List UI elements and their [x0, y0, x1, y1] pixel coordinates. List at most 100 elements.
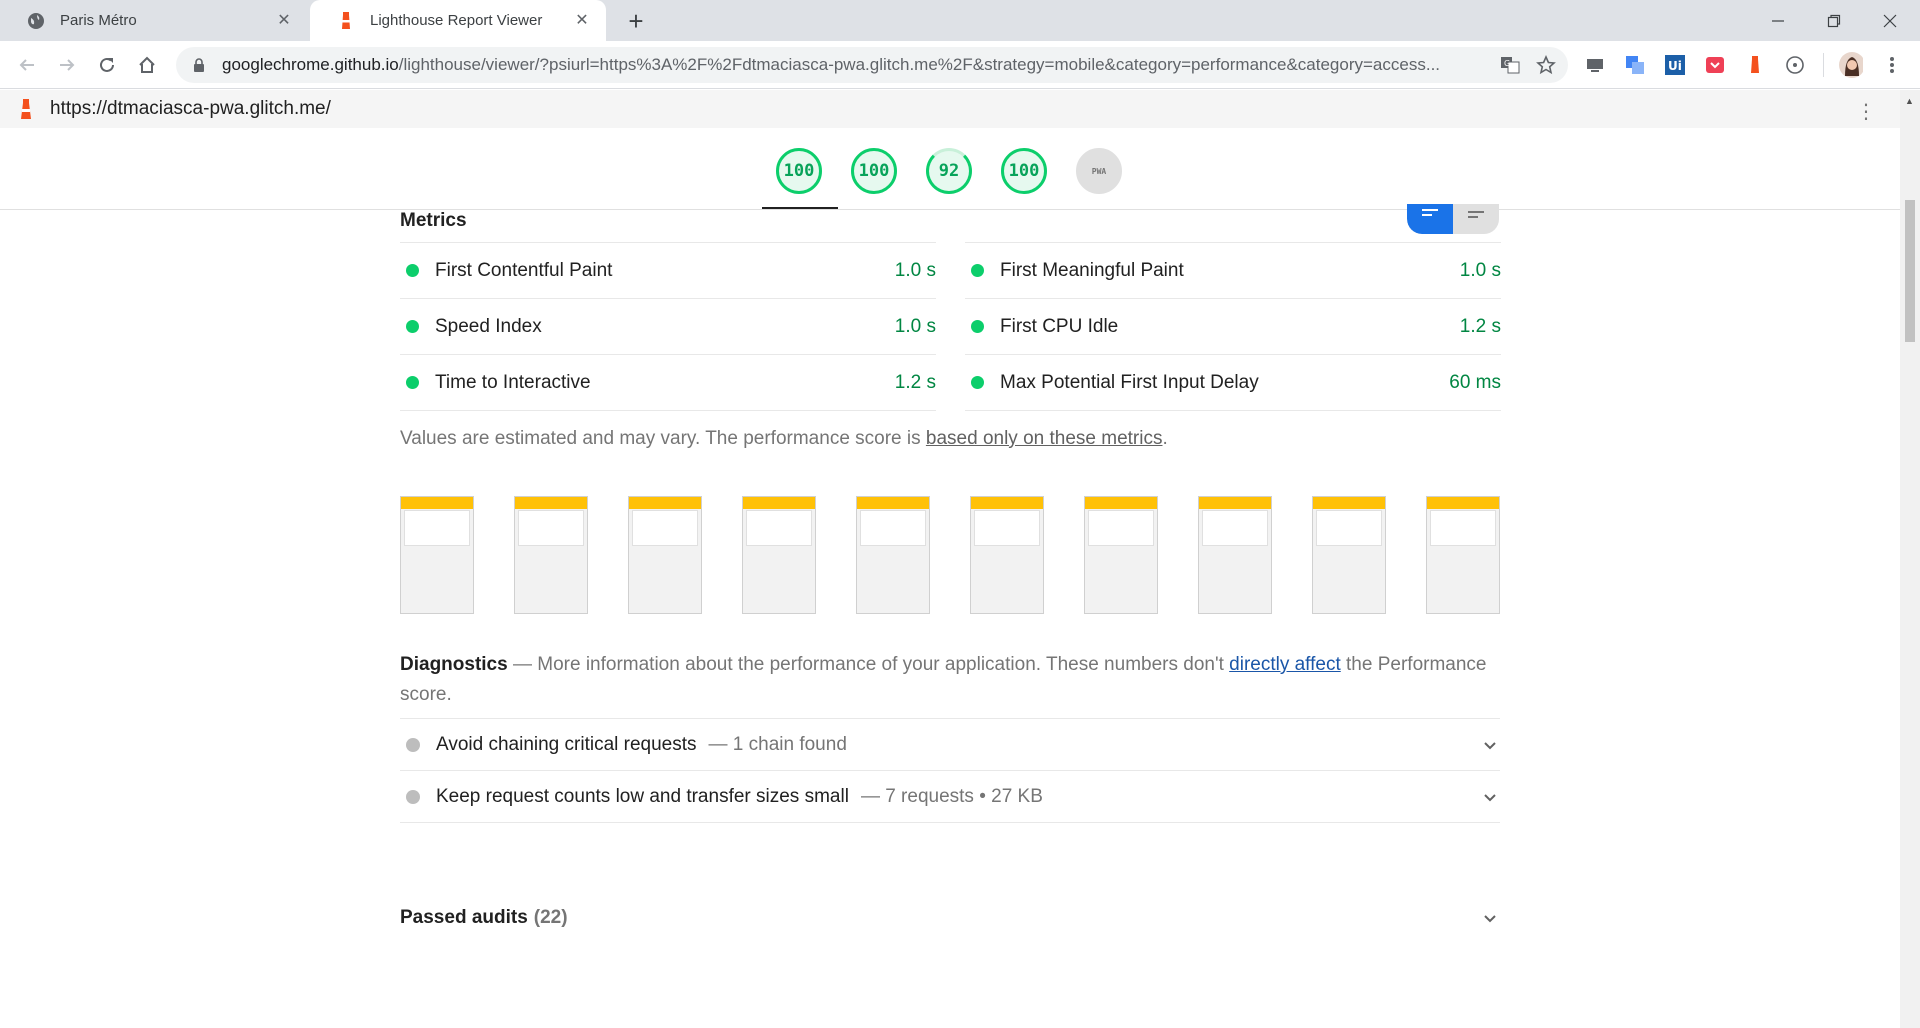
- filmstrip-frame: [970, 496, 1044, 614]
- metric-first-cpu-idle: First CPU Idle 1.2 s: [965, 298, 1501, 354]
- scrollbar-thumb[interactable]: [1905, 200, 1915, 342]
- filmstrip-frame: [856, 496, 930, 614]
- filmstrip-frame: [1084, 496, 1158, 614]
- pwa-gauge[interactable]: PWA: [1076, 148, 1122, 194]
- best-practices-gauge[interactable]: 92: [926, 148, 972, 194]
- metric-label: First Meaningful Paint: [1000, 259, 1184, 281]
- lighthouse-extension-icon[interactable]: [1743, 53, 1767, 77]
- toolbar-divider: [1823, 53, 1824, 77]
- svg-text:G: G: [1504, 59, 1510, 68]
- score-gauges: 100 100 92 100 PWA: [0, 128, 1900, 210]
- metrics-disclaimer: Values are estimated and may vary. The p…: [400, 428, 1168, 450]
- new-tab-button[interactable]: +: [622, 8, 650, 36]
- audit-critical-request-chains[interactable]: Avoid chaining critical requests — 1 cha…: [400, 718, 1500, 770]
- scrollbar[interactable]: ▲: [1900, 90, 1920, 1028]
- metric-value: 1.0 s: [894, 315, 936, 337]
- disclaimer-text: Values are estimated and may vary. The p…: [400, 428, 926, 449]
- report-url[interactable]: https://dtmaciasca-pwa.glitch.me/: [50, 98, 331, 120]
- forward-icon[interactable]: [55, 53, 79, 77]
- metrics-heading: Metrics: [400, 210, 467, 231]
- close-window-icon[interactable]: [1862, 0, 1918, 41]
- metric-first-contentful-paint: First Contentful Paint 1.0 s: [400, 242, 936, 298]
- performance-gauge[interactable]: 100: [776, 148, 822, 194]
- info-indicator: [406, 737, 420, 752]
- diagnostics-description: Diagnostics — More information about the…: [400, 650, 1500, 710]
- toggle-expanded-view[interactable]: [1407, 204, 1453, 234]
- passed-audits-heading: Passed audits: [400, 907, 528, 928]
- google-translate-extension-icon[interactable]: [1623, 53, 1647, 77]
- extension-icon[interactable]: [1783, 53, 1807, 77]
- address-bar[interactable]: googlechrome.github.io/lighthouse/viewer…: [176, 47, 1568, 83]
- cast-icon[interactable]: [1583, 53, 1607, 77]
- diagnostics-heading: Diagnostics: [400, 654, 508, 675]
- uipath-extension-icon[interactable]: Ui: [1663, 53, 1687, 77]
- chevron-down-icon[interactable]: [1484, 737, 1496, 753]
- globe-icon: [26, 11, 46, 31]
- metric-value: 60 ms: [1449, 371, 1501, 393]
- pass-indicator: [406, 376, 419, 389]
- chevron-down-icon[interactable]: [1484, 789, 1496, 805]
- close-tab-icon[interactable]: ✕: [274, 10, 294, 30]
- tab-strip: Paris Métro ✕ Lighthouse Report Viewer ✕…: [0, 0, 1920, 41]
- reload-icon[interactable]: [95, 53, 119, 77]
- home-icon[interactable]: [135, 53, 159, 77]
- filmstrip-frame: [1312, 496, 1386, 614]
- accessibility-gauge[interactable]: 100: [851, 148, 897, 194]
- active-gauge-indicator: [762, 207, 838, 209]
- browser-toolbar: googlechrome.github.io/lighthouse/viewer…: [0, 41, 1920, 89]
- seo-gauge[interactable]: 100: [1001, 148, 1047, 194]
- passed-audits-count: (22): [533, 907, 568, 928]
- divider: [400, 822, 1500, 823]
- url-text: googlechrome.github.io/lighthouse/viewer…: [222, 55, 1441, 74]
- restore-icon[interactable]: [1806, 0, 1862, 41]
- metric-label: Max Potential First Input Delay: [1000, 371, 1259, 393]
- metric-time-to-interactive: Time to Interactive 1.2 s: [400, 354, 936, 410]
- filmstrip-frame: [628, 496, 702, 614]
- filmstrip-frame: [400, 496, 474, 614]
- metric-first-meaningful-paint: First Meaningful Paint 1.0 s: [965, 242, 1501, 298]
- metric-value: 1.2 s: [1459, 315, 1501, 337]
- divider: [400, 410, 936, 411]
- star-icon[interactable]: [1536, 54, 1556, 80]
- filmstrip-frame: [742, 496, 816, 614]
- metrics-view-toggle[interactable]: [1407, 204, 1499, 234]
- pwa-badge-label: PWA: [1091, 166, 1107, 176]
- lighthouse-icon: [336, 11, 356, 31]
- divider: [965, 410, 1501, 411]
- tab-paris-metro[interactable]: Paris Métro ✕: [0, 0, 308, 41]
- lighthouse-logo-icon: [16, 97, 36, 121]
- translate-icon[interactable]: G: [1500, 56, 1520, 79]
- close-tab-icon[interactable]: ✕: [572, 10, 592, 30]
- pass-indicator: [971, 264, 984, 277]
- audit-detail: — 1 chain found: [708, 733, 847, 755]
- avatar[interactable]: [1839, 52, 1863, 78]
- audit-title: Avoid chaining critical requests: [436, 733, 697, 755]
- toggle-compact-view[interactable]: [1453, 204, 1499, 230]
- diagnostics-text: — More information about the performance…: [507, 654, 1230, 675]
- metric-value: 1.0 s: [1459, 259, 1501, 281]
- pass-indicator: [971, 320, 984, 333]
- directly-affect-link[interactable]: directly affect: [1229, 654, 1341, 675]
- filmstrip-frame: [514, 496, 588, 614]
- report-menu-icon[interactable]: ⋮: [1856, 99, 1876, 124]
- metric-value: 1.2 s: [894, 371, 936, 393]
- metric-label: First Contentful Paint: [435, 259, 613, 281]
- minimize-icon[interactable]: [1750, 0, 1806, 41]
- disclaimer-link[interactable]: based only on these metrics: [926, 428, 1163, 449]
- audit-resource-summary[interactable]: Keep request counts low and transfer siz…: [400, 770, 1500, 822]
- disclaimer-end: .: [1162, 428, 1168, 449]
- filmstrip: [400, 496, 1500, 616]
- scroll-up-icon[interactable]: ▲: [1905, 96, 1914, 106]
- tab-lighthouse-viewer[interactable]: Lighthouse Report Viewer ✕: [310, 0, 606, 41]
- chevron-down-icon[interactable]: [1484, 910, 1496, 926]
- chrome-menu-icon[interactable]: [1880, 53, 1904, 77]
- passed-audits-toggle[interactable]: Passed audits (22): [400, 900, 1500, 936]
- pass-indicator: [971, 376, 984, 389]
- back-icon[interactable]: [15, 53, 39, 77]
- pocket-extension-icon[interactable]: [1703, 53, 1727, 77]
- metric-max-potential-fid: Max Potential First Input Delay 60 ms: [965, 354, 1501, 410]
- audit-detail: — 7 requests • 27 KB: [860, 785, 1043, 807]
- tab-title: Lighthouse Report Viewer: [370, 12, 543, 29]
- filmstrip-frame: [1426, 496, 1500, 614]
- pass-indicator: [406, 320, 419, 333]
